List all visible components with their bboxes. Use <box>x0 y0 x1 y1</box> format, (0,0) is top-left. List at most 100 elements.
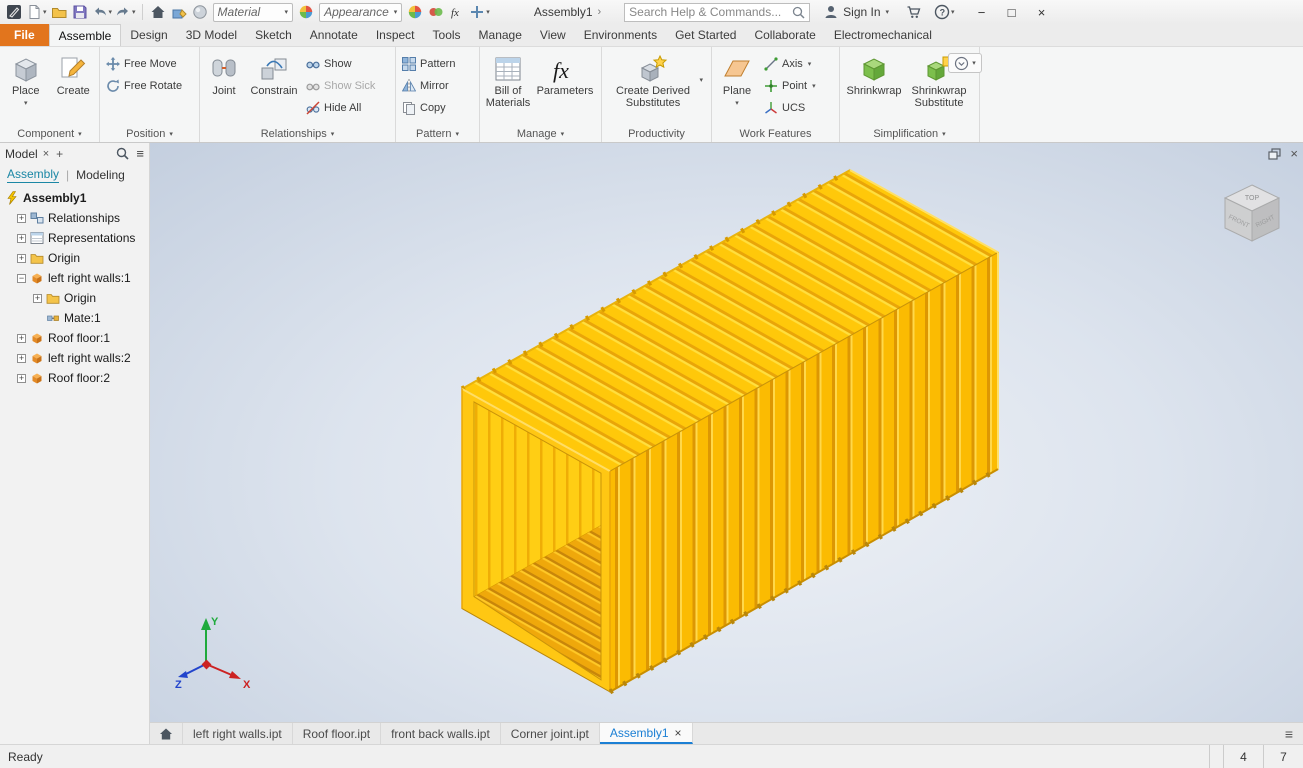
tab-annotate[interactable]: Annotate <box>301 24 367 46</box>
appearance-dropdown[interactable]: Appearance ▾ <box>319 2 403 22</box>
undo-button[interactable]: ▾ <box>91 2 114 22</box>
copy-button[interactable]: Copy <box>399 97 458 118</box>
maximize-button[interactable]: □ <box>997 1 1027 23</box>
appearance-dropdown-arrow[interactable]: ▾ <box>394 8 398 16</box>
place-dropdown-arrow[interactable]: ▾ <box>24 98 28 110</box>
viewport-3d[interactable]: TOP FRONT RIGHT Y X Z × <box>150 143 1303 722</box>
new-dropdown-arrow[interactable]: ▾ <box>43 8 47 16</box>
collapse-toggle[interactable]: − <box>17 273 26 283</box>
minimize-button[interactable]: − <box>967 1 997 23</box>
tree-item-roof-floor-1[interactable]: + Roof floor:1 <box>0 328 149 348</box>
tree-item-origin[interactable]: + Origin <box>0 248 149 268</box>
expand-toggle[interactable]: + <box>17 233 26 243</box>
help-dropdown-arrow[interactable]: ▾ <box>951 8 955 16</box>
expand-toggle[interactable]: + <box>17 373 26 383</box>
constrain-button[interactable]: Constrain <box>247 50 301 97</box>
tree-item-roof-floor-2[interactable]: + Roof floor:2 <box>0 368 149 388</box>
parameters-quick-button[interactable]: fx <box>447 2 467 22</box>
expand-toggle[interactable]: + <box>17 253 26 263</box>
restore-window-icon[interactable] <box>1268 147 1282 160</box>
tab-get-started[interactable]: Get Started <box>666 24 745 46</box>
save-button[interactable] <box>70 2 90 22</box>
material-sphere-button[interactable] <box>190 2 210 22</box>
tree-item-left-right-walls-1[interactable]: − left right walls:1 <box>0 268 149 288</box>
hide-all-button[interactable]: Hide All <box>303 97 378 118</box>
update-button[interactable] <box>169 2 189 22</box>
tree-item-mate-1[interactable]: Mate:1 <box>0 308 149 328</box>
sign-in-button[interactable]: Sign In ▾ <box>823 4 889 20</box>
point-button[interactable]: Point ▾ <box>761 75 819 96</box>
browser-menu-icon[interactable]: ≡ <box>136 146 144 161</box>
browser-add-tab-button[interactable]: + <box>56 147 63 161</box>
measure-dropdown-arrow[interactable]: ▾ <box>486 8 490 16</box>
doc-tab-close-icon[interactable]: × <box>675 726 682 740</box>
appearance-wheel-button[interactable] <box>296 2 316 22</box>
tree-item-left-right-walls-2[interactable]: + left right walls:2 <box>0 348 149 368</box>
work-features-group-label[interactable]: Work Features <box>712 125 839 142</box>
simplification-group-label[interactable]: Simplification ▾ <box>840 125 979 142</box>
close-document-icon[interactable]: × <box>1290 146 1298 161</box>
expand-toggle[interactable]: + <box>17 353 26 363</box>
place-button[interactable]: Place ▾ <box>3 50 49 110</box>
point-dropdown-arrow[interactable]: ▾ <box>812 82 816 90</box>
new-file-button[interactable]: ▾ <box>25 2 48 22</box>
shrinkwrap-button[interactable]: Shrinkwrap <box>843 50 905 97</box>
material-dropdown[interactable]: Material ▾ <box>212 2 294 22</box>
plane-dropdown-arrow[interactable]: ▾ <box>735 98 739 110</box>
pattern-button[interactable]: Pattern <box>399 53 458 74</box>
browser-close-button[interactable]: × <box>43 148 49 160</box>
expand-toggle[interactable]: + <box>17 213 26 223</box>
doc-tab-assembly1[interactable]: Assembly1 × <box>599 723 693 744</box>
parameters-button[interactable]: fx Parameters <box>535 50 595 98</box>
close-button[interactable]: × <box>1027 1 1057 23</box>
tab-electromechanical[interactable]: Electromechanical <box>825 24 941 46</box>
doc-tab-menu-icon[interactable]: ≡ <box>1275 723 1303 744</box>
tab-inspect[interactable]: Inspect <box>367 24 424 46</box>
sign-in-dropdown-arrow[interactable]: ▾ <box>886 8 890 16</box>
ucs-button[interactable]: UCS <box>761 97 819 118</box>
home-tab[interactable] <box>150 723 183 744</box>
doc-tab-left-right-walls[interactable]: left right walls.ipt <box>183 723 293 744</box>
redo-button[interactable]: ▾ <box>114 2 137 22</box>
tab-assemble[interactable]: Assemble <box>48 24 122 46</box>
tab-manage[interactable]: Manage <box>470 24 531 46</box>
tree-item-representations[interactable]: + Representations <box>0 228 149 248</box>
undo-dropdown-arrow[interactable]: ▾ <box>109 8 113 16</box>
pattern-group-label[interactable]: Pattern ▾ <box>396 125 479 142</box>
store-button[interactable] <box>904 2 924 22</box>
tree-item-origin-child[interactable]: + Origin <box>0 288 149 308</box>
doc-tab-corner-joint[interactable]: Corner joint.ipt <box>501 723 600 744</box>
axis-button[interactable]: Axis ▾ <box>761 53 819 74</box>
doc-tab-front-back-walls[interactable]: front back walls.ipt <box>381 723 501 744</box>
tree-item-assembly1[interactable]: Assembly1 <box>0 188 149 208</box>
help-button[interactable]: ? ▾ <box>933 2 956 22</box>
free-move-button[interactable]: Free Move <box>103 53 185 74</box>
component-group-label[interactable]: Component ▾ <box>0 125 99 142</box>
open-file-button[interactable] <box>49 2 69 22</box>
tab-sketch[interactable]: Sketch <box>246 24 301 46</box>
create-derived-dropdown-arrow[interactable]: ▾ <box>699 75 703 87</box>
app-menu-button[interactable] <box>4 2 24 22</box>
help-search-box[interactable] <box>624 2 811 22</box>
tab-design[interactable]: Design <box>121 24 176 46</box>
plane-button[interactable]: Plane ▾ <box>715 50 759 110</box>
tab-collaborate[interactable]: Collaborate <box>745 24 824 46</box>
tree-item-relationships[interactable]: + Relationships <box>0 208 149 228</box>
ribbon-options-button[interactable]: ▾ <box>948 53 982 73</box>
file-tab[interactable]: File <box>0 24 49 46</box>
redo-dropdown-arrow[interactable]: ▾ <box>132 8 136 16</box>
create-button[interactable]: Create <box>51 50 97 97</box>
axis-dropdown-arrow[interactable]: ▾ <box>808 60 812 68</box>
bill-of-materials-button[interactable]: Bill of Materials <box>483 50 533 109</box>
container-3d-model[interactable] <box>150 143 1303 722</box>
create-derived-substitutes-button[interactable]: Create Derived Substitutes ▾ <box>605 50 703 109</box>
browser-tab-assembly[interactable]: Assembly <box>7 167 60 183</box>
relationships-group-label[interactable]: Relationships ▾ <box>200 125 395 142</box>
tab-view[interactable]: View <box>531 24 575 46</box>
view-cube[interactable]: TOP FRONT RIGHT <box>1217 179 1287 249</box>
tab-tools[interactable]: Tools <box>424 24 470 46</box>
mirror-button[interactable]: Mirror <box>399 75 458 96</box>
material-dropdown-arrow[interactable]: ▾ <box>285 8 289 16</box>
tab-3d-model[interactable]: 3D Model <box>177 24 246 46</box>
adjust-button[interactable] <box>426 2 446 22</box>
